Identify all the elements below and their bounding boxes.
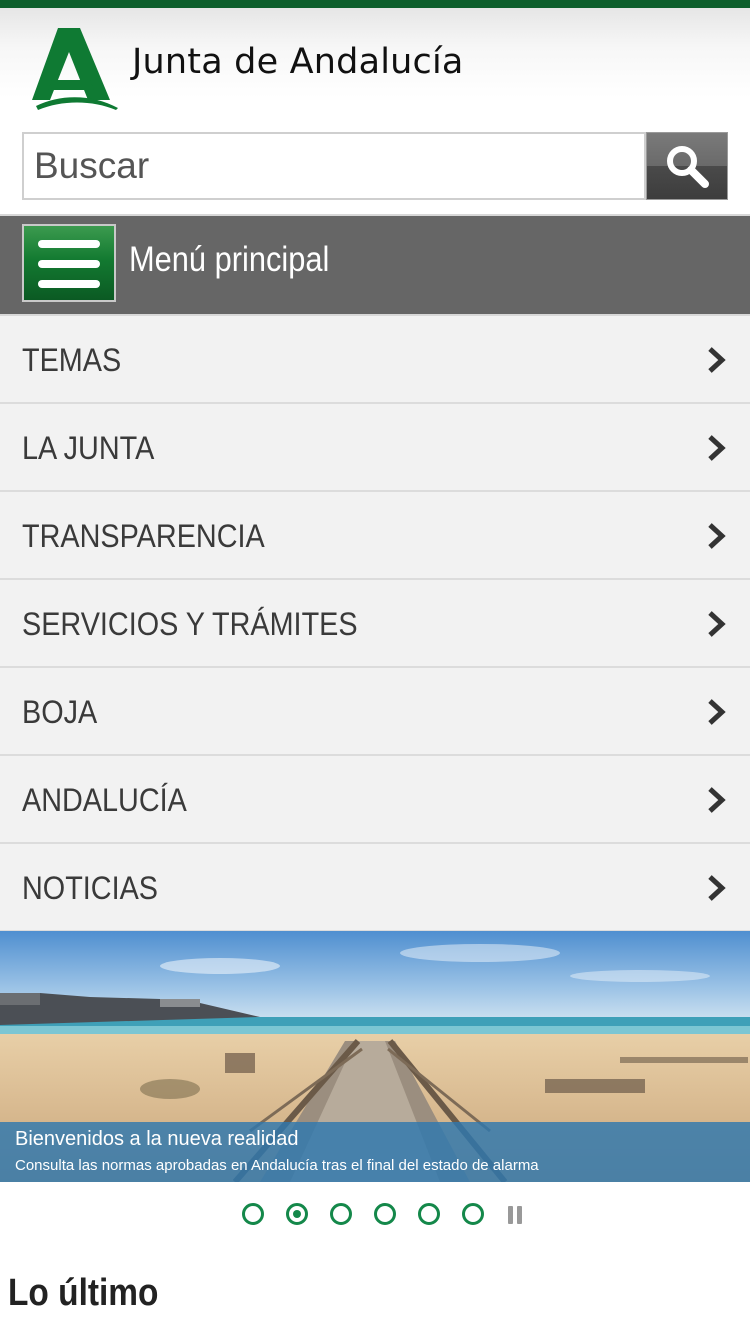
carousel-slide[interactable]: Bienvenidos a la nueva realidad Consulta…: [0, 931, 750, 1182]
site-header: Junta de Andalucía: [0, 8, 750, 214]
section-title-latest: Lo último: [8, 1272, 159, 1314]
main-menu-bar[interactable]: Menú principal: [0, 214, 750, 314]
nav-item-label: BOJA: [22, 694, 98, 730]
nav-item-label: NOTICIAS: [22, 870, 159, 906]
carousel-caption[interactable]: Bienvenidos a la nueva realidad Consulta…: [0, 1122, 750, 1182]
brand-name[interactable]: Junta de Andalucía: [132, 42, 464, 82]
chevron-right-icon: [708, 787, 726, 813]
nav-item[interactable]: BOJA: [0, 668, 750, 756]
carousel-pagination: [0, 1200, 750, 1230]
nav-item-label: ANDALUCÍA: [22, 782, 187, 818]
nav-item[interactable]: LA JUNTA: [0, 404, 750, 492]
nav-item[interactable]: TEMAS: [0, 314, 750, 404]
chevron-right-icon: [708, 435, 726, 461]
chevron-right-icon: [708, 699, 726, 725]
carousel-caption-title[interactable]: Bienvenidos a la nueva realidad: [15, 1128, 299, 1151]
chevron-right-icon: [708, 875, 726, 901]
search-button[interactable]: [646, 132, 728, 200]
menu-title: Menú principal: [129, 240, 330, 279]
search-icon: [667, 146, 709, 188]
nav-item[interactable]: ANDALUCÍA: [0, 756, 750, 844]
nav-item-label: LA JUNTA: [22, 430, 155, 466]
nav-item-label: TRANSPARENCIA: [22, 518, 265, 554]
chevron-right-icon: [708, 347, 726, 373]
top-brand-stripe: [0, 0, 750, 8]
hamburger-menu-icon[interactable]: [22, 224, 116, 302]
nav-item-label: SERVICIOS Y TRÁMITES: [22, 606, 358, 642]
carousel-dot[interactable]: [418, 1203, 440, 1225]
carousel-dot[interactable]: [462, 1203, 484, 1225]
chevron-right-icon: [708, 611, 726, 637]
carousel-dot[interactable]: [374, 1203, 396, 1225]
main-navigation: TEMAS LA JUNTA TRANSPARENCIA SERVICIOS Y TR…: [0, 314, 750, 932]
carousel-dot[interactable]: [242, 1203, 264, 1225]
pause-icon[interactable]: [508, 1206, 522, 1224]
nav-item[interactable]: TRANSPARENCIA: [0, 492, 750, 580]
nav-item[interactable]: SERVICIOS Y TRÁMITES: [0, 580, 750, 668]
carousel-dot[interactable]: [330, 1203, 352, 1225]
chevron-right-icon: [708, 523, 726, 549]
carousel-dot[interactable]: [286, 1203, 308, 1225]
carousel-caption-subtitle: Consulta las normas aprobadas en Andaluc…: [15, 1157, 539, 1174]
nav-item[interactable]: NOTICIAS: [0, 844, 750, 932]
junta-andalucia-logo-icon[interactable]: [30, 28, 120, 110]
search-input[interactable]: [22, 132, 646, 200]
nav-item-label: TEMAS: [22, 342, 122, 378]
